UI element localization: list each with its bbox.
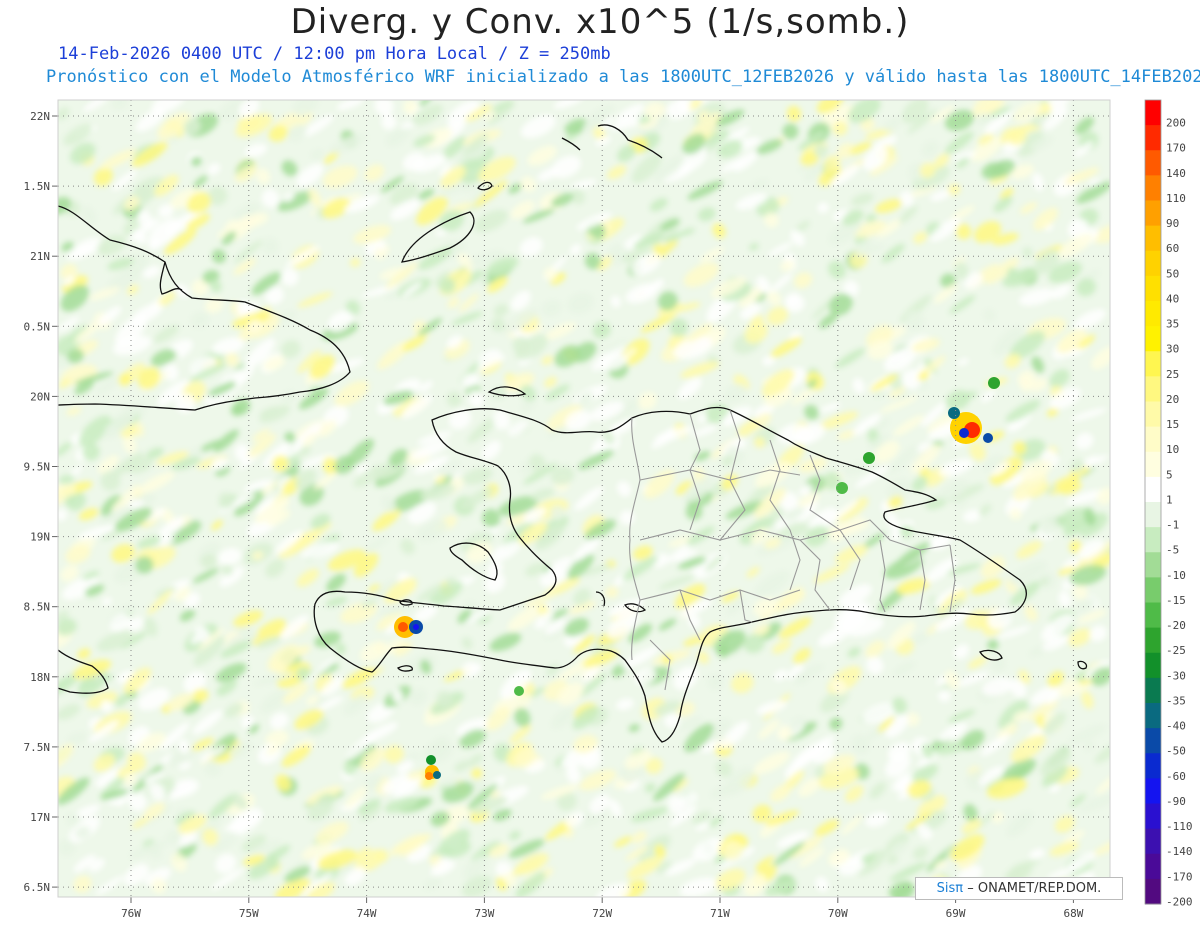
colorbar-swatch (1145, 502, 1161, 528)
lat-tick-label: 9.5N (24, 461, 51, 474)
latitude-labels: 22N 1.5N 21N 0.5N 20N 9.5N 19N 8.5N 18N 7.5N 17N 6.… (24, 110, 51, 894)
credit-text: – ONAMET/REP.DOM. (967, 881, 1102, 896)
lon-tick-label: 74W (357, 907, 377, 920)
lon-tick-label: 69W (946, 907, 966, 920)
colorbar-label: -50 (1166, 745, 1186, 758)
colorbar-swatch (1145, 476, 1161, 503)
colorbar-swatch (1145, 125, 1161, 151)
lat-tick-label: 21N (30, 250, 50, 263)
colorbar-swatch (1145, 175, 1161, 202)
colorbar-label: 35 (1166, 318, 1179, 331)
colorbar-label: -60 (1166, 770, 1186, 783)
colorbar-label: 1 (1166, 494, 1173, 507)
colorbar-label: 50 (1166, 267, 1179, 280)
colorbar-swatch (1145, 552, 1161, 578)
colorbar-swatch (1145, 451, 1161, 478)
lat-tick-label: 18N (30, 671, 50, 684)
colorbar-label: 10 (1166, 443, 1179, 456)
colorbar-swatch (1145, 828, 1161, 855)
colorbar-label: -1 (1166, 519, 1179, 532)
colorbar-label: -20 (1166, 619, 1186, 632)
lat-tick-label: 19N (30, 531, 50, 544)
colorbar-label: 25 (1166, 368, 1179, 381)
colorbar-swatch (1145, 527, 1161, 553)
colorbar-swatch (1145, 376, 1161, 403)
colorbar-swatch (1145, 677, 1161, 704)
credit-box: Sisπ – ONAMET/REP.DOM. (915, 877, 1123, 900)
colorbar-label: -170 (1166, 870, 1193, 883)
colorbar-swatch (1145, 250, 1161, 277)
colorbar-swatch (1145, 200, 1161, 227)
colorbar-swatch (1145, 728, 1161, 754)
colorbar-label: 140 (1166, 167, 1186, 180)
lon-tick-label: 72W (592, 907, 612, 920)
colorbar-label: -110 (1166, 820, 1193, 833)
colorbar-swatch (1145, 225, 1161, 252)
lat-tick-label: 8.5N (24, 601, 51, 614)
lat-tick-label: 1.5N (24, 180, 51, 193)
lon-tick-label: 70W (828, 907, 848, 920)
lat-tick-label: 0.5N (24, 320, 51, 333)
colorbar-label: -200 (1166, 896, 1193, 909)
colorbar-swatch (1145, 150, 1161, 176)
colorbar-label: 200 (1166, 117, 1186, 130)
colorbar-label: 60 (1166, 242, 1179, 255)
colorbar-swatch (1145, 301, 1161, 327)
colorbar-swatch (1145, 803, 1161, 830)
colorbar-swatch (1145, 326, 1161, 352)
colorbar-swatch (1145, 878, 1161, 905)
colorbar-swatch (1145, 401, 1161, 428)
colorbar: 200 170 140 110 90 60 50 40 35 30 25 20 15 10 5 1 -1 -5 -1… (1144, 99, 1193, 909)
colorbar-swatch (1145, 853, 1161, 880)
colorbar-label: 90 (1166, 217, 1179, 230)
colorbar-swatch (1145, 100, 1161, 126)
forecast-map: 22N 1.5N 21N 0.5N 20N 9.5N 19N 8.5N 18N 7.5N 17N 6.… (24, 99, 1193, 920)
colorbar-label: -140 (1166, 845, 1193, 858)
colorbar-swatch (1145, 602, 1161, 629)
lon-tick-label: 75W (239, 907, 259, 920)
colorbar-swatch (1145, 275, 1161, 302)
colorbar-swatch (1145, 652, 1161, 679)
lat-tick-label: 22N (30, 110, 50, 123)
colorbar-swatch (1145, 351, 1161, 377)
colorbar-label: -15 (1166, 594, 1186, 607)
lon-tick-label: 71W (710, 907, 730, 920)
colorbar-label: 5 (1166, 468, 1173, 481)
colorbar-label: -25 (1166, 644, 1186, 657)
colorbar-swatch (1145, 778, 1161, 805)
colorbar-label: 40 (1166, 293, 1179, 306)
colorbar-label: -10 (1166, 569, 1186, 582)
lat-tick-label: 17N (30, 811, 50, 824)
colorbar-swatch (1145, 426, 1161, 453)
lat-tick-label: 6.5N (24, 881, 51, 894)
colorbar-label: 30 (1166, 343, 1179, 356)
colorbar-label: -5 (1166, 544, 1179, 557)
colorbar-label: -30 (1166, 669, 1186, 682)
lon-tick-label: 76W (121, 907, 141, 920)
colorbar-swatch (1145, 753, 1161, 779)
colorbar-label: 110 (1166, 192, 1186, 205)
colorbar-label: -35 (1166, 695, 1186, 708)
colorbar-label: -40 (1166, 720, 1186, 733)
lon-tick-label: 73W (474, 907, 494, 920)
lat-tick-label: 20N (30, 390, 50, 403)
longitude-labels: 76W 75W 74W 73W 72W 71W 70W 69W 68W (121, 907, 1084, 920)
colorbar-label: 170 (1166, 142, 1186, 155)
sispi-logo-text: Sisπ (936, 881, 964, 896)
lat-tick-label: 7.5N (24, 741, 51, 754)
colorbar-swatch (1145, 577, 1161, 604)
lon-tick-label: 68W (1063, 907, 1083, 920)
colorbar-swatch (1145, 703, 1161, 729)
colorbar-label: 20 (1166, 393, 1179, 406)
colorbar-label: 15 (1166, 418, 1179, 431)
colorbar-label: -90 (1166, 795, 1186, 808)
colorbar-swatch (1145, 627, 1161, 654)
